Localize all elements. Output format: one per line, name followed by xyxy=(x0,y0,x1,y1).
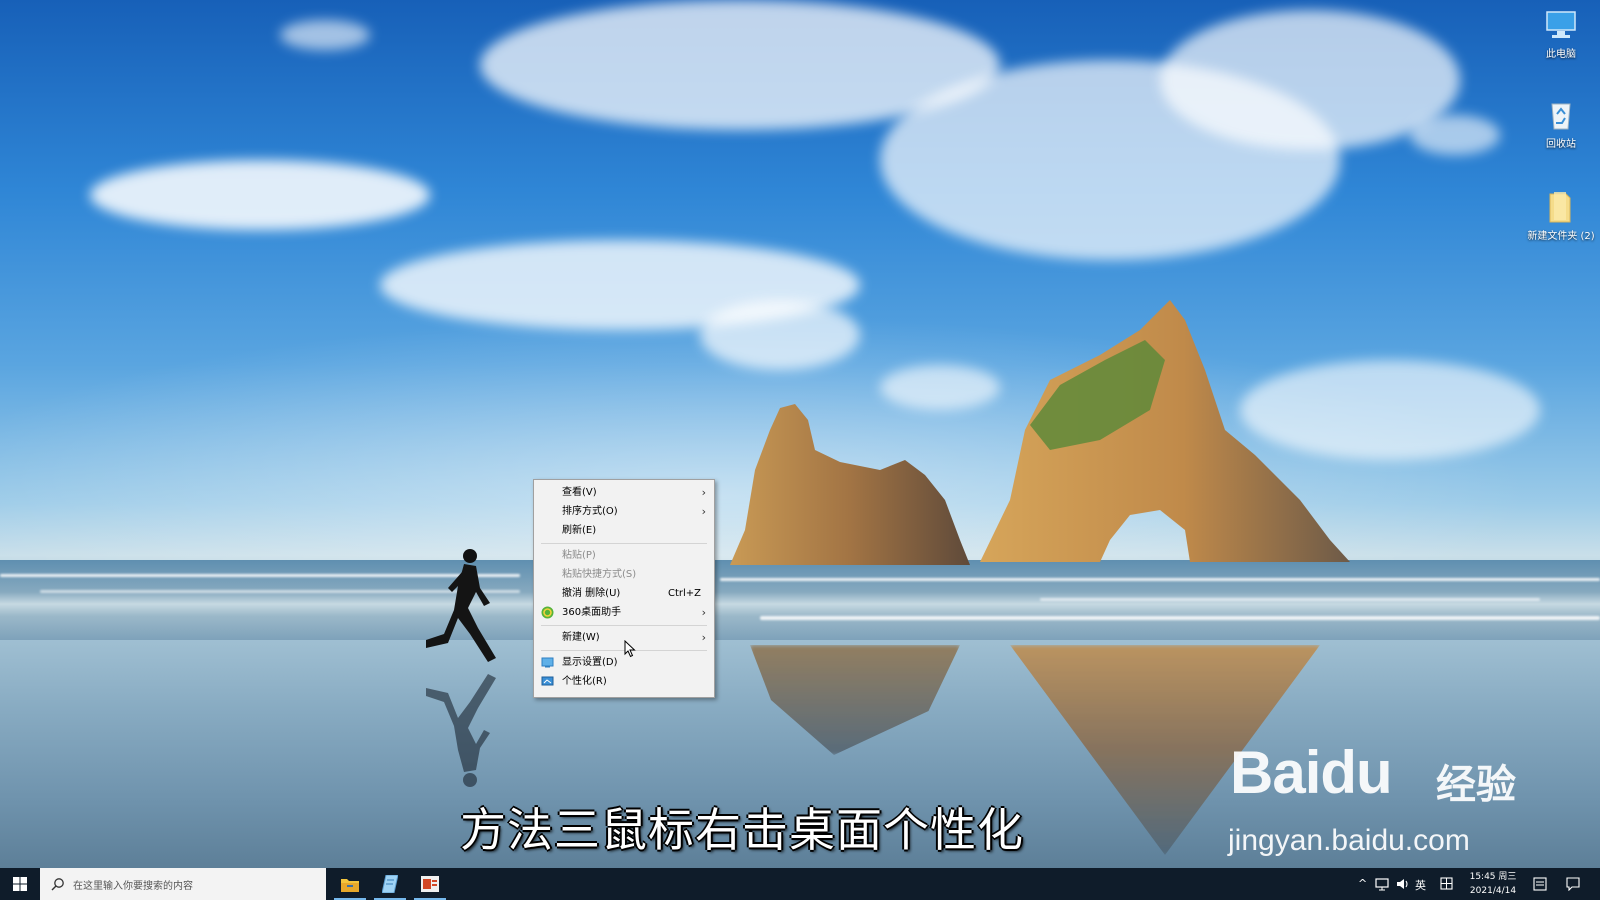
personalize-icon xyxy=(541,676,554,686)
start-button[interactable] xyxy=(0,868,40,900)
cloud xyxy=(700,300,860,370)
notification-center-icon[interactable] xyxy=(1566,877,1580,891)
mouse-cursor-icon xyxy=(624,640,636,658)
menu-item-shortcut: Ctrl+Z xyxy=(668,588,702,599)
cloud xyxy=(90,160,430,230)
desktop-icon-this-pc[interactable]: 此电脑 xyxy=(1521,8,1600,60)
cloud xyxy=(280,20,370,50)
desktop-icon-label: 新建文件夹 (2) xyxy=(1527,231,1595,242)
menu-item-paste-shortcut[interactable]: 粘贴快捷方式(S) xyxy=(534,565,714,584)
search-icon xyxy=(51,878,64,891)
folder-icon xyxy=(1549,192,1571,223)
windows-logo-icon xyxy=(13,877,27,891)
desktop-context-menu: 查看(V) › 排序方式(O) › 刷新(E) 粘贴(P) 粘贴快捷方式(S) … xyxy=(533,479,715,698)
wave xyxy=(720,578,1600,581)
menu-item-paste[interactable]: 粘贴(P) xyxy=(534,546,714,565)
network-icon[interactable] xyxy=(1375,877,1389,891)
menu-item-label: 360桌面助手 xyxy=(562,607,622,618)
menu-item-refresh[interactable]: 刷新(E) xyxy=(534,521,714,540)
wave xyxy=(1040,598,1540,601)
desktop-icon-label: 此电脑 xyxy=(1546,49,1576,60)
desktop-icon-label: 回收站 xyxy=(1546,139,1576,150)
volume-icon[interactable] xyxy=(1396,877,1410,891)
file-explorer-icon xyxy=(341,879,359,892)
jingyan-watermark-text: 经验 xyxy=(1436,762,1516,808)
powerpoint-icon xyxy=(421,876,439,892)
menu-item-sort-by[interactable]: 排序方式(O) › xyxy=(534,502,714,521)
menu-item-label: 刷新(E) xyxy=(562,525,597,536)
chevron-right-icon: › xyxy=(701,631,706,644)
video-subtitle: 方法三鼠标右击桌面个性化 xyxy=(460,803,1024,857)
arch-rock xyxy=(980,300,1350,562)
menu-separator xyxy=(541,625,707,626)
clock-time: 15:45 周三 xyxy=(1469,872,1517,882)
clock-date: 2021/4/14 xyxy=(1469,886,1517,896)
taskbar-clock[interactable]: 15:45 周三 2021/4/14 xyxy=(1458,870,1528,898)
ime-mode-icon[interactable] xyxy=(1440,877,1453,890)
show-hidden-icons-chevron[interactable]: ^ xyxy=(1358,877,1367,890)
search-placeholder: 在这里输入你要搜索的内容 xyxy=(73,881,193,892)
small-rock-stack xyxy=(730,404,970,565)
chevron-right-icon: › xyxy=(701,505,706,518)
menu-separator xyxy=(541,543,707,544)
task-view-icon[interactable] xyxy=(1533,877,1547,891)
baidu-watermark-logo: Baidu xyxy=(1230,739,1393,806)
menu-item-label: 撤消 删除(U) xyxy=(562,588,621,599)
cloud xyxy=(1410,115,1500,155)
computer-icon xyxy=(1546,11,1576,38)
taskbar: 在这里输入你要搜索的内容 ^ 英 15:45 周三 2021/4/14 xyxy=(0,868,1600,900)
watermark-url: jingyan.baidu.com xyxy=(1228,824,1470,857)
menu-item-label: 查看(V) xyxy=(562,487,597,498)
desktop-icon-new-folder[interactable]: 新建文件夹 (2) xyxy=(1521,190,1600,242)
taskbar-app-powerpoint[interactable] xyxy=(410,868,450,900)
display-settings-icon xyxy=(541,657,554,668)
menu-item-label: 粘贴(P) xyxy=(562,550,596,561)
taskbar-search-box[interactable]: 在这里输入你要搜索的内容 xyxy=(40,868,326,900)
desktop-icon-recycle-bin[interactable]: 回收站 xyxy=(1521,98,1600,150)
menu-item-360-desktop-assistant[interactable]: 360桌面助手 › xyxy=(534,603,714,622)
menu-item-view[interactable]: 查看(V) › xyxy=(534,483,714,502)
wave xyxy=(760,616,1600,620)
chevron-right-icon: › xyxy=(701,486,706,499)
taskbar-app-notepad[interactable] xyxy=(370,868,410,900)
recycle-bin-icon xyxy=(1551,103,1571,130)
menu-item-label: 新建(W) xyxy=(562,632,600,643)
ime-language-indicator[interactable]: 英 xyxy=(1415,877,1426,893)
menu-item-undo-delete[interactable]: 撤消 删除(U) Ctrl+Z xyxy=(534,584,714,603)
notepad-icon xyxy=(382,875,398,893)
taskbar-app-file-explorer[interactable] xyxy=(330,868,370,900)
menu-item-label: 个性化(R) xyxy=(562,676,607,687)
runner-silhouette xyxy=(426,549,496,787)
menu-item-label: 排序方式(O) xyxy=(562,506,618,517)
menu-item-personalize[interactable]: 个性化(R) xyxy=(534,672,714,691)
chevron-right-icon: › xyxy=(701,606,706,619)
menu-item-label: 粘贴快捷方式(S) xyxy=(562,569,637,580)
360-icon xyxy=(541,606,554,619)
menu-item-label: 显示设置(D) xyxy=(562,657,618,668)
